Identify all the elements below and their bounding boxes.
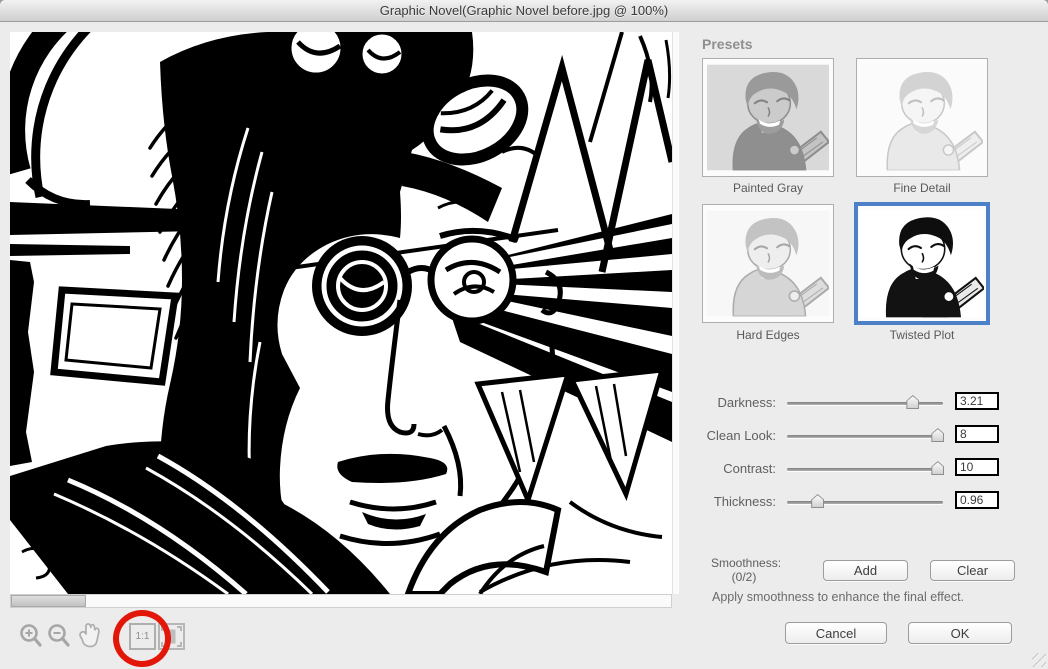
horizontal-scrollbar[interactable] [10,594,672,608]
darkness-slider-thumb[interactable] [906,395,920,409]
add-smoothness-button[interactable]: Add [823,560,908,581]
smoothness-counter: (0/2) [731,570,757,584]
preset-painted-gray-label: Painted Gray [732,181,804,195]
smoothness-label-block: Smoothness: (0/2) [711,556,782,584]
resize-grip[interactable] [1032,653,1046,667]
darkness-slider[interactable] [787,395,943,409]
zoom-in-button[interactable] [19,623,43,650]
zoom-out-icon [48,624,70,647]
smoothness-label: Smoothness: [711,556,782,570]
smoothness-hint: Apply smoothness to enhance the final ef… [712,590,965,604]
clean-look-slider[interactable] [787,428,945,442]
graphic-novel-dialog: Graphic Novel(Graphic Novel before.jpg @… [0,0,1048,669]
preview-artwork [10,32,672,594]
actual-size-label: 1:1 [135,631,150,642]
preset-fine-detail-thumbnail [861,63,983,172]
thickness-slider-thumb[interactable] [811,494,825,508]
fit-view-icon [161,626,182,647]
preset-hard-edges[interactable] [702,204,834,323]
preset-fine-detail[interactable] [856,58,988,177]
vertical-scrollbar[interactable] [672,32,679,594]
hand-tool-button[interactable] [76,621,100,648]
clean-look-label: Clean Look: [706,428,776,443]
horizontal-scrollbar-thumb[interactable] [11,595,86,607]
clean-look-slider-thumb[interactable] [931,428,945,442]
contrast-value-field[interactable] [955,458,999,476]
preset-painted-gray-thumbnail [707,63,829,172]
contrast-label: Contrast: [723,461,776,476]
clear-smoothness-button[interactable]: Clear [930,560,1015,581]
thickness-label: Thickness: [713,494,776,509]
fit-view-button[interactable] [158,623,185,650]
cancel-button[interactable]: Cancel [785,622,887,644]
title-bar[interactable]: Graphic Novel(Graphic Novel before.jpg @… [0,0,1048,22]
presets-heading: Presets [702,36,753,52]
preset-twisted-plot[interactable] [854,202,990,325]
contrast-slider-thumb[interactable] [931,461,945,475]
zoom-out-button[interactable] [47,623,71,650]
preset-fine-detail-label: Fine Detail [893,181,951,195]
thickness-slider[interactable] [787,494,943,508]
contrast-slider[interactable] [787,461,945,475]
preview-image[interactable] [10,32,672,594]
ok-button[interactable]: OK [908,622,1012,644]
clean-look-value-field[interactable] [955,425,999,443]
darkness-label: Darkness: [717,395,776,410]
zoom-in-icon [20,624,42,647]
hand-icon [79,623,100,648]
preset-hard-edges-thumbnail [707,209,829,318]
preset-painted-gray[interactable] [702,58,834,177]
thickness-value-field[interactable] [955,491,999,509]
darkness-value-field[interactable] [955,392,999,410]
actual-size-button[interactable]: 1:1 [129,623,156,650]
preset-hard-edges-label: Hard Edges [736,328,800,342]
window-title: Graphic Novel(Graphic Novel before.jpg @… [379,3,669,18]
preset-twisted-plot-thumbnail [860,208,984,319]
preset-twisted-plot-label: Twisted Plot [889,328,955,342]
